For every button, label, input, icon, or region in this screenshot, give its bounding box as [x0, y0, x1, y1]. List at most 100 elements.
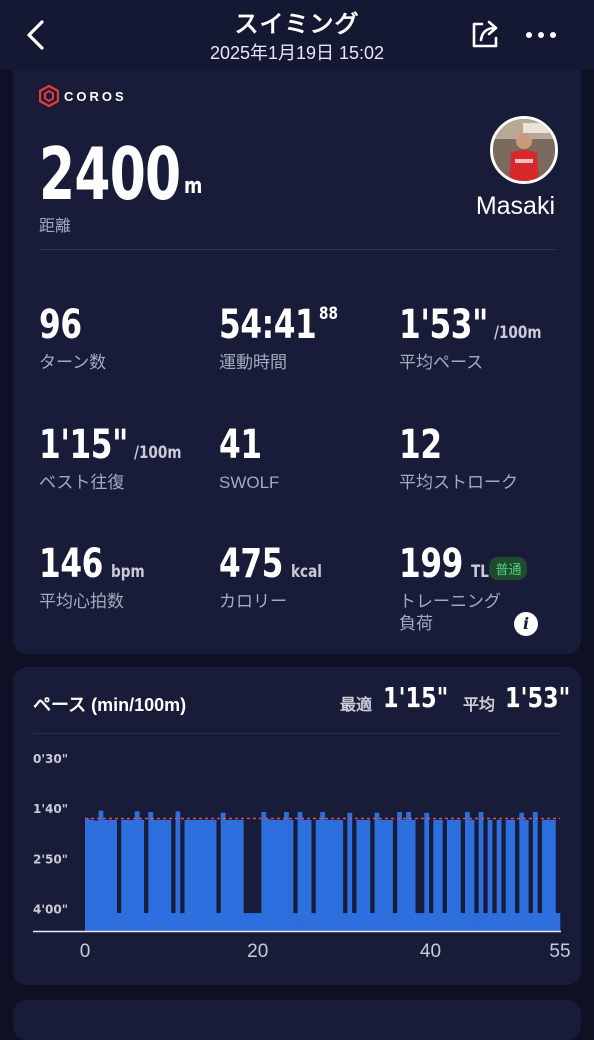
more-dots-icon	[526, 32, 556, 38]
pace-bar	[243, 913, 249, 931]
pace-bar	[85, 818, 90, 931]
pace-bar	[474, 913, 479, 931]
pace-bar	[184, 819, 190, 931]
pace-bar	[284, 812, 289, 931]
stat-value: 41	[219, 422, 262, 468]
stat-value: 54:41	[219, 302, 317, 348]
brand-logo: COROS	[39, 84, 127, 108]
pace-bar	[311, 913, 317, 931]
stat-value: 96	[39, 302, 82, 348]
next-card	[13, 1000, 581, 1040]
pace-chart[interactable]: 0'30" 1'40" 2'50" 4'00" 0 20 40 55	[13, 667, 581, 985]
pace-bar	[170, 913, 176, 931]
pace-bar	[505, 819, 511, 931]
pace-bar	[207, 819, 212, 931]
pace-bar	[338, 819, 344, 931]
stat-calories: 475 kcal カロリー	[219, 541, 330, 613]
pace-bar	[265, 819, 271, 931]
y-tick-label: 2'50"	[33, 852, 68, 866]
share-icon	[472, 20, 498, 48]
pace-bar	[297, 812, 303, 931]
pace-bar	[460, 913, 466, 931]
stat-unit: kcal	[291, 562, 322, 582]
pace-bar	[148, 812, 154, 931]
stat-label: ベスト往復	[39, 473, 125, 492]
pace-bar	[410, 819, 416, 931]
pace-bar	[401, 819, 407, 931]
pace-bar	[374, 812, 380, 931]
stat-value: 1'53"	[399, 302, 488, 348]
stat-label: トレーニング 負荷	[399, 592, 501, 633]
y-tick-label: 1'40"	[33, 802, 68, 816]
pace-bar	[252, 913, 258, 931]
pace-bar	[523, 819, 529, 931]
pace-bar	[541, 819, 547, 931]
pace-bar	[130, 819, 136, 931]
pace-bar	[247, 913, 253, 931]
pace-bar	[302, 819, 307, 931]
pace-bar	[360, 819, 366, 931]
info-icon[interactable]: i	[514, 612, 538, 636]
pace-bar	[89, 819, 95, 931]
pace-bar	[532, 812, 538, 931]
pace-bar	[415, 913, 421, 931]
pace-bar	[519, 812, 525, 931]
stat-value: 475	[219, 541, 283, 587]
pace-bar	[510, 819, 516, 931]
stat-moving-time: 54:41 88 運動時間	[219, 302, 343, 374]
pace-bar	[94, 820, 99, 931]
pace-bar	[465, 812, 470, 931]
divider	[39, 249, 555, 250]
pace-bar	[180, 913, 185, 931]
pace-bar	[537, 913, 543, 931]
stat-value: 1'15"	[39, 422, 128, 468]
pace-bar	[320, 812, 326, 931]
stat-turns: 96 ターン数	[39, 302, 106, 374]
pace-bar	[112, 819, 117, 931]
pace-bar	[229, 819, 235, 931]
pace-bar	[496, 819, 502, 931]
pace-bar	[103, 819, 108, 931]
pace-bar	[451, 819, 457, 931]
y-tick-label: 4'00"	[33, 903, 68, 917]
pace-bar	[379, 819, 384, 931]
pace-bar	[351, 913, 357, 931]
pace-bar	[211, 819, 217, 931]
avatar[interactable]	[490, 116, 558, 184]
pace-bar	[501, 913, 507, 931]
x-tick-label: 0	[80, 941, 91, 962]
coros-logo-icon	[39, 85, 59, 107]
pace-bar	[428, 913, 434, 931]
pace-bar	[116, 913, 122, 931]
pace-bar	[134, 811, 140, 931]
distance-number: 2400	[39, 132, 181, 216]
pace-bar	[234, 819, 240, 931]
distance-unit: m	[184, 174, 203, 199]
pace-bar	[397, 812, 402, 931]
stat-value-fraction: 88	[318, 304, 338, 324]
x-tick-label: 20	[247, 941, 268, 962]
pace-bar	[433, 819, 439, 931]
pace-bar	[442, 913, 448, 931]
pace-bar	[121, 819, 127, 931]
pace-bar	[446, 819, 452, 931]
pace-bar	[383, 819, 389, 931]
stat-avg-pace: 1'53" /100m 平均ペース	[399, 302, 554, 374]
pace-bar	[198, 819, 203, 931]
pace-bar	[356, 819, 362, 931]
stat-label: 平均心拍数	[39, 592, 124, 611]
pace-bar	[365, 819, 371, 931]
pace-bar	[492, 913, 497, 931]
pace-bar	[193, 819, 199, 931]
stat-training-load: 199 TL 普通 トレーニング 負荷	[399, 541, 528, 635]
pace-bar	[166, 819, 172, 931]
pace-bar	[216, 913, 222, 931]
pace-bar	[437, 819, 443, 931]
stat-unit: bpm	[111, 562, 145, 582]
more-options-button[interactable]	[524, 20, 558, 50]
share-button[interactable]	[468, 18, 502, 52]
x-tick-label: 55	[549, 941, 570, 962]
pace-bar	[220, 812, 226, 931]
pace-bar	[478, 812, 484, 931]
status-badge: 普通	[489, 557, 528, 580]
